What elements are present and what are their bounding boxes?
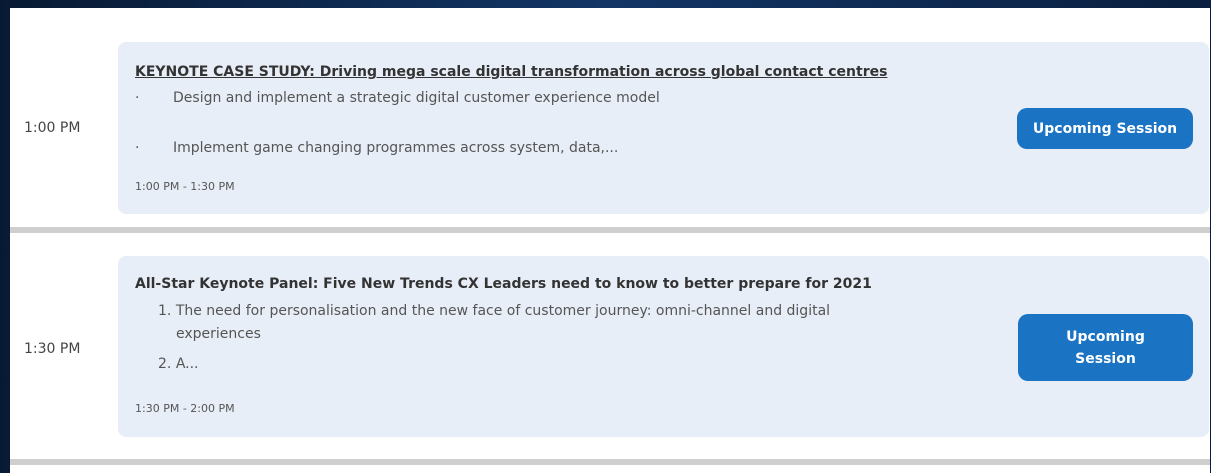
- row-divider: [10, 227, 1210, 233]
- session-time-range: 1:00 PM - 1:30 PM: [135, 180, 235, 193]
- session-bullet: · Design and implement a strategic digita…: [135, 90, 895, 106]
- list-text: A...: [175, 356, 199, 372]
- bullet-text: Implement game changing programmes acros…: [173, 140, 619, 156]
- bullet-text: Design and implement a strategic digital…: [173, 90, 660, 106]
- list-text: The need for personalisation and the new…: [175, 303, 831, 319]
- session-time-range: 1:30 PM - 2:00 PM: [135, 402, 235, 415]
- agenda-panel: 1:00 PM KEYNOTE CASE STUDY: Driving mega…: [10, 8, 1210, 473]
- session-start-time: 1:00 PM: [24, 120, 81, 136]
- button-label-line: Upcoming: [1066, 328, 1145, 345]
- bullet-marker: ·: [135, 140, 140, 156]
- session-card[interactable]: All-Star Keynote Panel: Five New Trends …: [118, 256, 1209, 437]
- button-label-line: Session: [1075, 350, 1136, 367]
- upcoming-session-button[interactable]: Upcoming Session: [1018, 314, 1193, 381]
- session-title-link[interactable]: KEYNOTE CASE STUDY: Driving mega scale d…: [135, 64, 887, 80]
- agenda-row: 1:30 PM All-Star Keynote Panel: Five New…: [10, 238, 1210, 440]
- list-number: 1.: [158, 303, 172, 319]
- row-divider: [10, 459, 1210, 465]
- upcoming-session-button[interactable]: Upcoming Session: [1017, 108, 1193, 149]
- list-text-continued: experiences: [176, 326, 261, 342]
- session-bullet: · Implement game changing programmes acro…: [135, 140, 895, 156]
- session-start-time: 1:30 PM: [24, 341, 81, 357]
- session-list-item: 2. A...: [158, 353, 918, 376]
- session-card[interactable]: KEYNOTE CASE STUDY: Driving mega scale d…: [118, 42, 1209, 214]
- bullet-marker: ·: [135, 90, 140, 106]
- agenda-row: 1:00 PM KEYNOTE CASE STUDY: Driving mega…: [10, 16, 1210, 218]
- session-list-item: 1. The need for personalisation and the …: [158, 300, 918, 346]
- session-title: All-Star Keynote Panel: Five New Trends …: [135, 276, 872, 292]
- list-number: 2.: [158, 356, 172, 372]
